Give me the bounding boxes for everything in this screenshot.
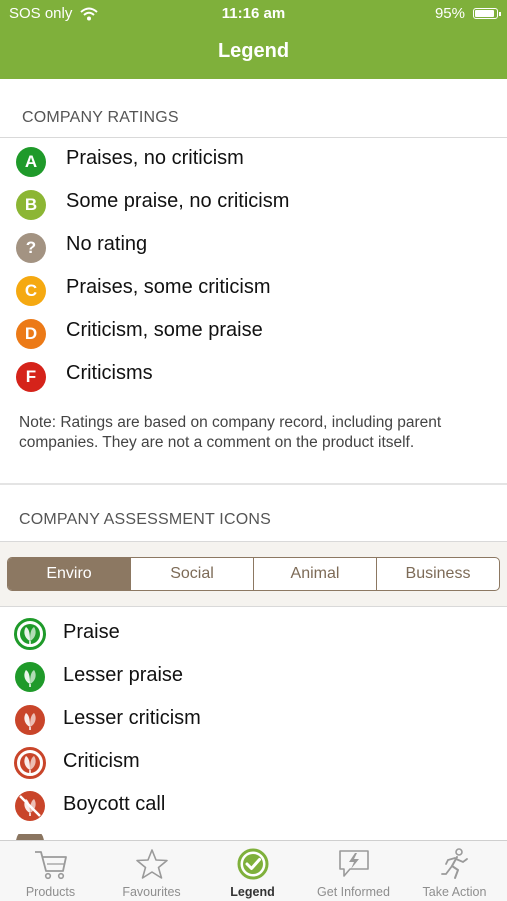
- rating-label: Praises, no criticism: [66, 147, 244, 169]
- tab-bar: Products Favourites Legend Get Informed …: [0, 840, 507, 901]
- divider: [0, 137, 507, 138]
- leaf-boycott-icon: [15, 791, 45, 821]
- cart-icon: [35, 851, 67, 880]
- assessment-section-header: COMPANY ASSESSMENT ICONS: [19, 511, 271, 528]
- leaf-criticism-icon: [14, 747, 46, 779]
- assessment-row: Praise: [0, 614, 507, 654]
- segment-social[interactable]: Social: [130, 558, 253, 590]
- rating-badge-icon: F: [16, 362, 46, 392]
- rating-badge-icon: D: [16, 319, 46, 349]
- status-time: 11:16 am: [221, 5, 286, 22]
- tab-label: Take Action: [422, 885, 487, 899]
- page-title: Legend: [217, 40, 290, 62]
- category-segmented-control: Enviro Social Animal Business: [7, 557, 500, 591]
- rating-row: F Criticisms: [0, 357, 507, 397]
- assessment-label: Lesser criticism: [63, 707, 201, 729]
- rating-label: Criticisms: [66, 362, 153, 384]
- ratings-note: Note: Ratings are based on company recor…: [19, 414, 442, 451]
- rating-badge-icon: C: [16, 276, 46, 306]
- tab-take-action[interactable]: Take Action: [404, 841, 505, 901]
- segment-enviro[interactable]: Enviro: [8, 558, 130, 590]
- rating-label: Criticism, some praise: [66, 319, 263, 341]
- app-header: SOS only 11:16 am 95% Legend: [0, 0, 507, 79]
- leaf-lesser-praise-icon: [15, 662, 45, 692]
- tab-label: Legend: [230, 885, 275, 899]
- check-circle-icon: [237, 848, 269, 880]
- leaf-lesser-criticism-icon: [15, 705, 45, 735]
- tab-label: Get Informed: [317, 885, 390, 899]
- tab-products[interactable]: Products: [0, 841, 101, 901]
- rating-label: No rating: [66, 233, 148, 255]
- battery-icon: [473, 8, 501, 19]
- leaf-praise-icon: [14, 618, 46, 650]
- assessment-label: Boycott call: [63, 793, 166, 815]
- rating-badge-icon: B: [16, 190, 46, 220]
- status-bar: SOS only 11:16 am 95%: [0, 5, 507, 25]
- rating-row: A Praises, no criticism: [0, 142, 507, 182]
- lightning-bubble-icon: [339, 850, 369, 877]
- star-icon: [136, 849, 168, 879]
- assessment-row: Criticism: [0, 743, 507, 783]
- assessment-label: Praise: [63, 621, 120, 643]
- assessment-row: Lesser criticism: [0, 700, 507, 740]
- rating-badge-icon: ?: [16, 233, 46, 263]
- rating-label: Praises, some criticism: [66, 276, 271, 298]
- assessment-row: Lesser praise: [0, 657, 507, 697]
- rating-row: D Criticism, some praise: [0, 314, 507, 354]
- tab-label: Favourites: [122, 885, 181, 899]
- rating-row: C Praises, some criticism: [0, 271, 507, 311]
- tab-label: Products: [25, 885, 76, 899]
- assessment-label: Lesser praise: [63, 664, 184, 686]
- section-divider: [0, 483, 507, 485]
- segment-animal[interactable]: Animal: [253, 558, 376, 590]
- rating-row: ? No rating: [0, 228, 507, 268]
- tab-favourites[interactable]: Favourites: [101, 841, 202, 901]
- segment-business[interactable]: Business: [376, 558, 499, 590]
- battery-percent: 95%: [434, 5, 465, 22]
- rating-badge-icon: A: [16, 147, 46, 177]
- assessment-row: Boycott call: [0, 786, 507, 826]
- runner-icon: [441, 848, 468, 879]
- ratings-section-header: COMPANY RATINGS: [22, 109, 179, 126]
- tab-legend[interactable]: Legend: [202, 841, 303, 901]
- segment-container: Enviro Social Animal Business: [0, 541, 507, 607]
- rating-row: B Some praise, no criticism: [0, 185, 507, 225]
- tab-get-informed[interactable]: Get Informed: [303, 841, 404, 901]
- rating-label: Some praise, no criticism: [66, 190, 290, 212]
- assessment-label: Criticism: [63, 750, 140, 772]
